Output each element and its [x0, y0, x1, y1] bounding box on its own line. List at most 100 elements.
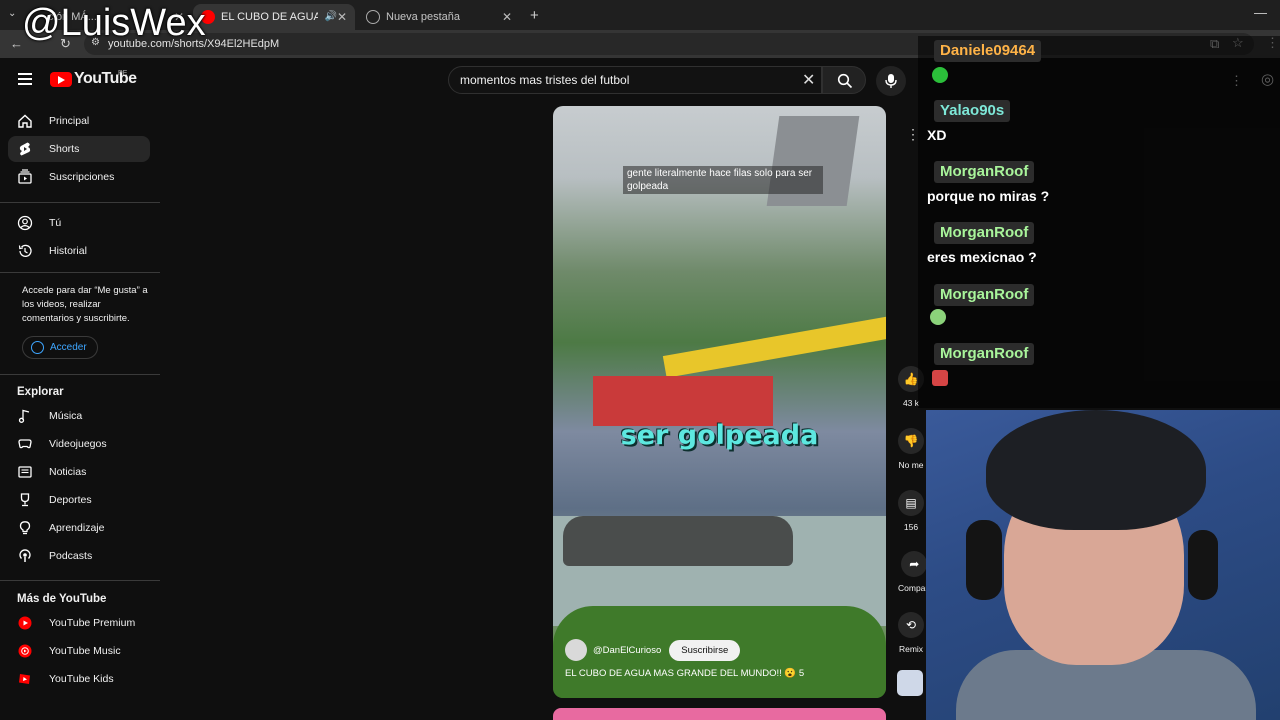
sidebar-item-youtube-music[interactable]: YouTube Music — [8, 638, 150, 664]
thumbs-down-icon[interactable]: 👎 — [898, 428, 924, 454]
sidebar-item-principal[interactable]: Principal — [8, 108, 150, 134]
search-input[interactable]: momentos mas tristes del futbol — [448, 66, 822, 94]
youtube-music-icon — [17, 643, 33, 659]
sidebar-item-aprendizaje[interactable]: Aprendizaje — [8, 515, 150, 541]
subscribe-button[interactable]: Suscribirse — [669, 639, 741, 661]
signin-prompt-text: Accede para dar “Me gusta” a los videos,… — [22, 285, 148, 324]
sidebar-item-historial[interactable]: Historial — [8, 238, 150, 264]
sidebar: Principal Shorts Suscripciones Tú Histor… — [0, 102, 160, 720]
tab-3-title: Nueva pestaña — [386, 11, 460, 23]
emote-icon — [932, 67, 948, 83]
sidebar-item-label: Shorts — [49, 143, 80, 155]
sidebar-item-podcasts[interactable]: Podcasts — [8, 543, 150, 569]
video-title[interactable]: EL CUBO DE AGUA MAS GRANDE DEL MUNDO!! 😮… — [565, 668, 804, 679]
sidebar-item-label: Principal — [49, 115, 90, 127]
hamburger-menu-icon[interactable] — [18, 73, 32, 88]
divider — [0, 272, 160, 273]
podcast-icon — [17, 548, 33, 564]
sidebar-item-noticias[interactable]: Noticias — [8, 459, 150, 485]
chat-username: MorganRoof — [934, 284, 1035, 306]
voice-search-button[interactable] — [876, 66, 906, 96]
new-tab-icon[interactable]: + — [530, 8, 539, 23]
chat-message: porque no miras ? — [927, 188, 1050, 204]
divider — [0, 374, 160, 375]
share-icon[interactable]: ➦ — [901, 551, 928, 577]
sidebar-item-videojuegos[interactable]: Videojuegos — [8, 431, 150, 457]
sidebar-item-label: Videojuegos — [49, 438, 107, 450]
account-icon — [31, 341, 44, 354]
tab-3[interactable]: Nueva pestaña ✕ — [358, 4, 520, 30]
comment-count: 156 — [903, 522, 919, 532]
sound-thumbnail[interactable] — [897, 670, 923, 696]
chat-username: MorganRoof — [934, 161, 1035, 183]
sidebar-item-musica[interactable]: Música — [8, 403, 150, 429]
trophy-icon — [17, 492, 33, 508]
shorts-video-player[interactable]: gente literalmente hace filas solo para … — [553, 106, 886, 698]
minimize-icon[interactable]: — — [1254, 6, 1267, 19]
chat-username: Daniele09464 — [934, 40, 1042, 62]
bulb-icon — [17, 520, 33, 536]
explore-section-title: Explorar — [17, 386, 64, 398]
music-icon — [17, 408, 33, 424]
tab-list-icon[interactable]: ⌄ — [8, 9, 16, 19]
chat-username: MorganRoof — [934, 222, 1035, 244]
sidebar-item-label: Podcasts — [49, 550, 93, 562]
webcam-hair — [986, 410, 1206, 530]
youtube-play-icon — [50, 71, 72, 87]
next-video-preview[interactable] — [553, 708, 886, 720]
signin-button[interactable]: Acceder — [22, 336, 98, 359]
tab-2-title: EL CUBO DE AGUA MAS GR — [221, 11, 319, 23]
channel-avatar[interactable] — [565, 639, 587, 661]
emote-icon — [932, 370, 948, 386]
youtube-premium-icon — [17, 615, 33, 631]
search-value: momentos mas tristes del futbol — [460, 73, 630, 87]
remix-action[interactable]: ⟲ Remix — [898, 612, 924, 654]
sidebar-item-youtube-kids[interactable]: YouTube Kids — [8, 666, 150, 692]
comment-icon[interactable]: ▤ — [898, 490, 924, 516]
dislike-label: No me — [898, 460, 924, 470]
sidebar-item-shorts[interactable]: Shorts — [8, 136, 150, 162]
channel-row: @DanElCurioso Suscribirse — [565, 639, 741, 661]
sidebar-item-label: Noticias — [49, 466, 87, 478]
sidebar-item-suscripciones[interactable]: Suscripciones — [8, 164, 150, 190]
chat-username: MorganRoof — [934, 343, 1035, 365]
streamer-webcam — [926, 410, 1280, 720]
video-scene-people — [563, 516, 793, 566]
clear-search-icon[interactable]: ✕ — [802, 70, 815, 90]
news-icon — [17, 464, 33, 480]
chat-message: eres mexicnao ? — [927, 249, 1037, 265]
sidebar-item-label: Suscripciones — [49, 171, 115, 183]
user-icon — [17, 215, 33, 231]
microphone-icon — [885, 74, 897, 88]
youtube-kids-icon — [17, 671, 33, 687]
shorts-icon — [17, 141, 33, 157]
sidebar-item-label: YouTube Kids — [49, 673, 114, 685]
video-big-caption: ser golpeada — [620, 420, 819, 451]
comments-action[interactable]: ▤ 156 — [898, 490, 924, 532]
sidebar-item-label: YouTube Premium — [49, 617, 136, 629]
remix-icon[interactable]: ⟲ — [898, 612, 924, 638]
tab-2[interactable]: EL CUBO DE AGUA MAS GR 🔊 ✕ — [193, 4, 355, 30]
chat-username: Yalao90s — [934, 100, 1011, 122]
remix-label: Remix — [898, 644, 924, 654]
search-button[interactable] — [822, 66, 866, 94]
audio-icon[interactable]: 🔊 — [324, 12, 336, 22]
subscriptions-icon — [17, 169, 33, 185]
sidebar-item-label: Música — [49, 410, 83, 422]
headset-icon — [1188, 530, 1218, 600]
dislike-action[interactable]: 👎 No me — [898, 428, 924, 470]
more-youtube-section-title: Más de YouTube — [17, 593, 107, 605]
video-scene-slide — [662, 316, 886, 378]
sidebar-item-label: Tú — [49, 217, 62, 229]
close-icon[interactable]: ✕ — [337, 10, 347, 24]
channel-name[interactable]: @DanElCurioso — [593, 645, 661, 656]
sidebar-item-label: Aprendizaje — [49, 522, 105, 534]
globe-icon — [366, 10, 380, 24]
sidebar-item-deportes[interactable]: Deportes — [8, 487, 150, 513]
close-icon[interactable]: ✕ — [502, 10, 512, 24]
sidebar-item-youtube-premium[interactable]: YouTube Premium — [8, 610, 150, 636]
sidebar-item-tu[interactable]: Tú — [8, 210, 150, 236]
sidebar-item-label: YouTube Music — [49, 645, 121, 657]
channel-watermark: @LuisWex — [22, 2, 206, 44]
emote-icon — [930, 309, 946, 325]
